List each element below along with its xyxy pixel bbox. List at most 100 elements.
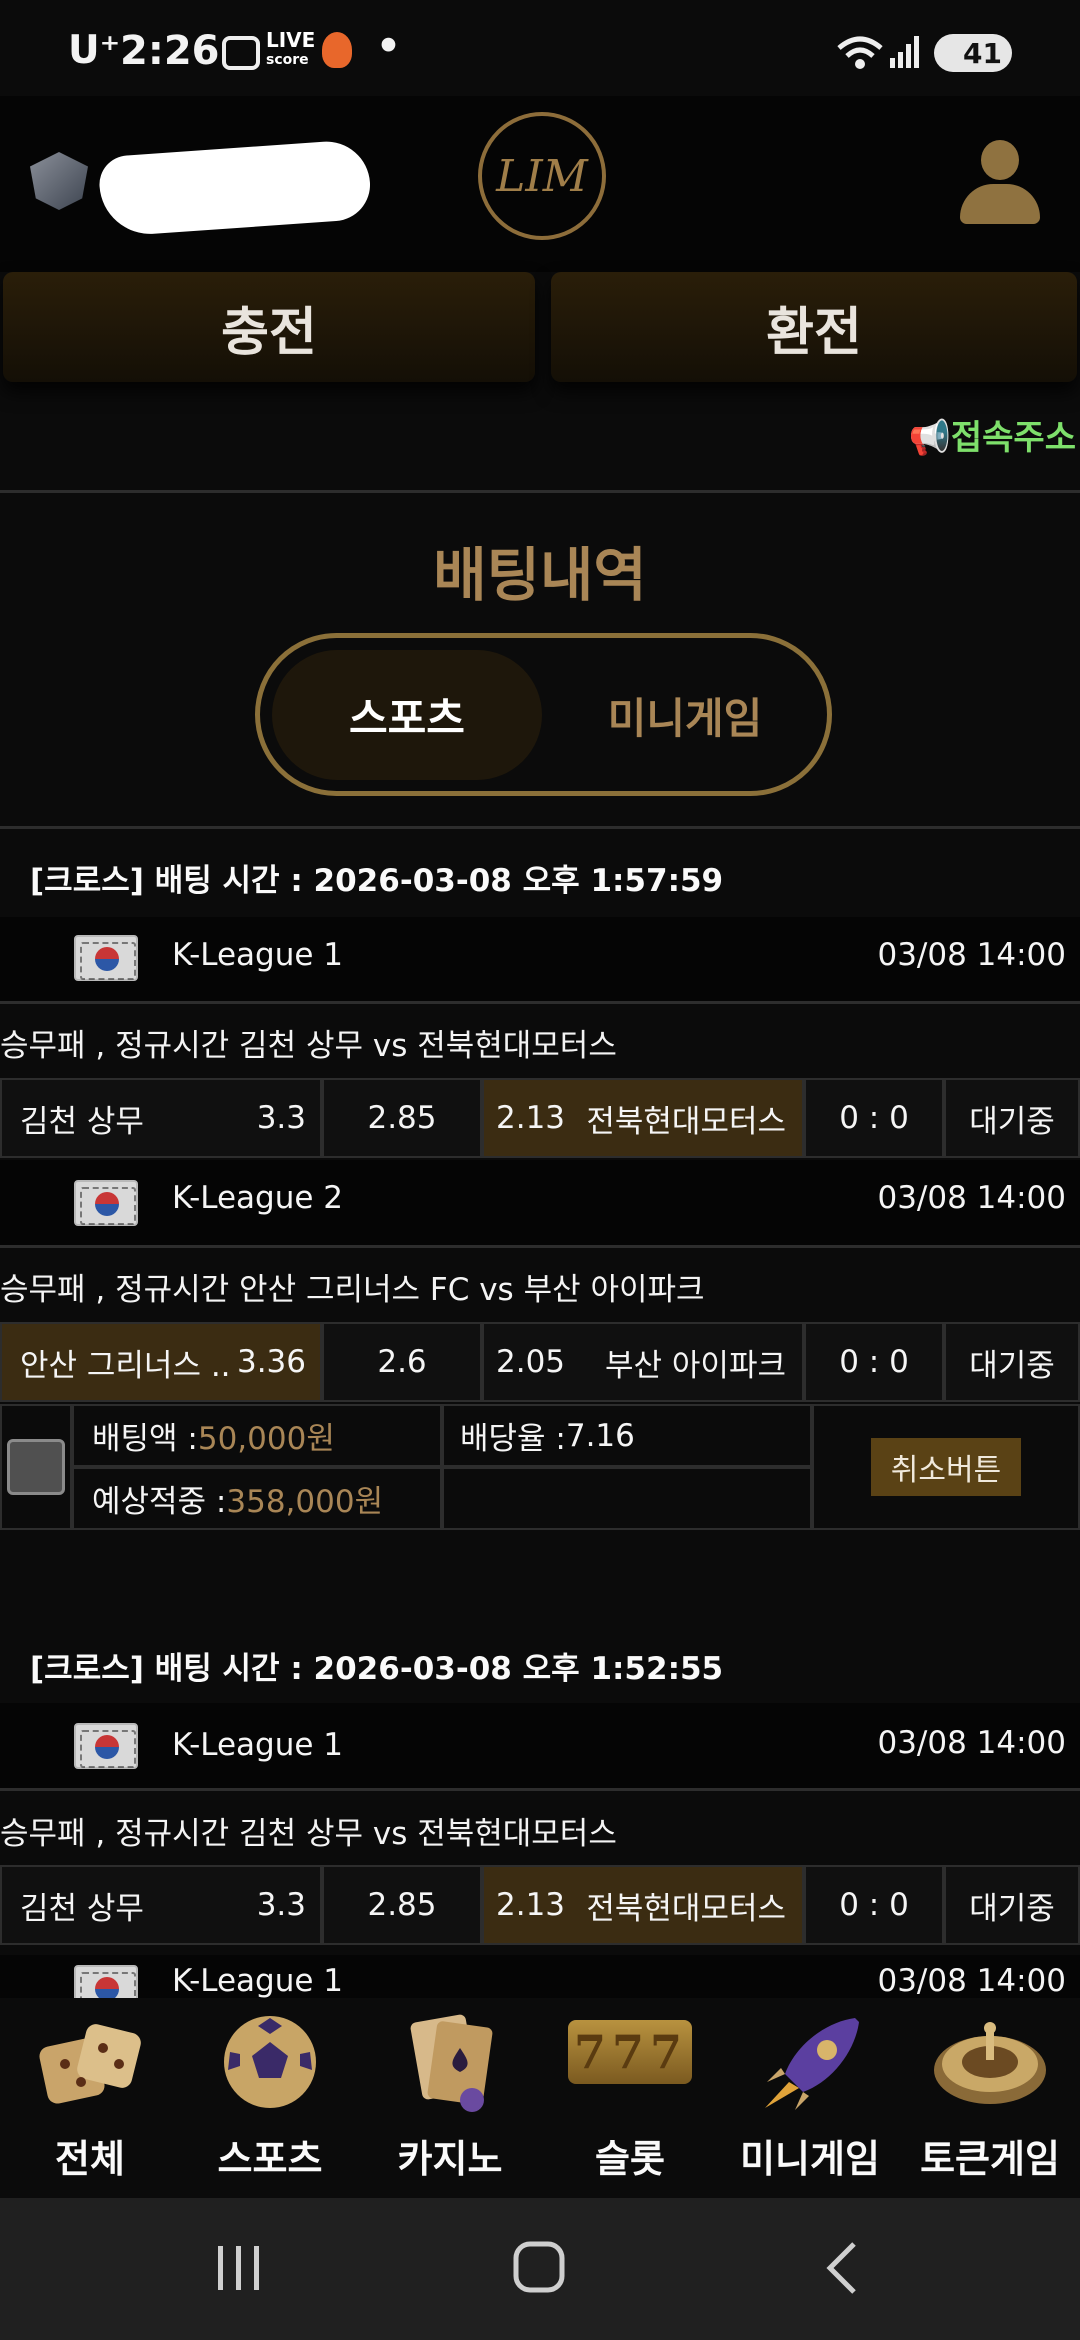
league-name: K-League 1 [172,937,344,973]
bet-summary: 배팅액 : 50,000원 배당율 : 7.16 예상적중 : 358,000원… [0,1404,1080,1530]
score-cell: 0 : 0 [804,1865,944,1945]
bottom-nav: 전체 스포츠 카지노 777 슬롯 미니게임 토큰게임 [0,1998,1080,2198]
match-date: 03/08 14:00 [877,937,1066,973]
roulette-icon [934,2022,1046,2104]
notification-dot: • [376,24,401,69]
recent-apps-icon[interactable] [212,2240,266,2294]
away-odds-cell[interactable]: 2.13 전북현대모터스 [482,1078,804,1158]
korea-flag-icon [74,935,138,981]
bet-type-tabs: 스포츠 미니게임 [255,633,832,796]
nav-label: 스포츠 [217,2137,323,2181]
wifi-icon [837,36,883,69]
nav-token-game[interactable]: 토큰게임 [900,1998,1080,2198]
cancel-button[interactable]: 취소버튼 [871,1438,1021,1496]
draw-odds-cell[interactable]: 2.6 [322,1322,482,1402]
match-date: 03/08 14:00 [877,1180,1066,1216]
odds-row: 김천 상무 3.3 2.85 2.13 전북현대모터스 0 : 0 대기중 [0,1078,1080,1160]
expected-win-cell: 예상적중 : 358,000원 [72,1467,442,1530]
away-odds-cell[interactable]: 2.13 전북현대모터스 [482,1865,804,1945]
nav-label: 카지노 [397,2137,503,2181]
site-logo[interactable]: LIM [478,112,606,240]
select-checkbox[interactable] [7,1439,65,1495]
away-odds-cell[interactable]: 2.05 부산 아이파크 [482,1322,804,1402]
bet-header: [크로스] 배팅 시간 : 2026-03-08 오후 1:57:59 [0,829,1080,917]
status-bar: U⁺ 2:26 LIVE score • 41 [0,0,1080,96]
away-odds: 2.05 [496,1344,566,1380]
odds-total-cell: 배당율 : 7.16 [442,1404,812,1467]
system-navigation-bar [0,2198,1080,2340]
empty-cell [442,1467,812,1530]
away-team: 전북현대모터스 [586,1103,786,1140]
draw-odds-cell[interactable]: 2.85 [322,1078,482,1158]
league-row: K-League 1 03/08 14:00 [0,1955,1080,1998]
status-cell: 대기중 [944,1078,1080,1158]
nav-minigame[interactable]: 미니게임 [720,1998,900,2198]
profile-icon[interactable] [960,140,1040,226]
access-address-link[interactable]: 📢접속주소 [909,410,1076,459]
odds-total-label: 배당율 : [460,1421,566,1457]
app-header: LIM [0,96,1080,272]
nav-label: 토큰게임 [920,2137,1060,2181]
home-icon[interactable] [512,2240,568,2296]
home-odds: 3.3 [256,1100,306,1136]
away-team: 전북현대모터스 [586,1890,786,1927]
page-title: 배팅내역 [433,541,647,609]
nav-casino[interactable]: 카지노 [360,1998,540,2198]
korea-flag-icon [74,1723,138,1769]
league-name: K-League 2 [172,1180,344,1216]
odds-row: 김천 상무 3.3 2.85 2.13 전북현대모터스 0 : 0 대기중 [0,1865,1080,1947]
divider [0,490,1080,493]
home-odds: 3.36 [236,1344,306,1380]
exchange-button[interactable]: 환전 [551,272,1077,382]
league-name: K-League 1 [172,1963,344,1998]
draw-odds-cell[interactable]: 2.85 [322,1865,482,1945]
home-team: 김천 상무 [20,1890,144,1927]
rocket-icon [765,2018,859,2110]
soccer-ball-icon [224,2016,316,2108]
away-team: 부산 아이파크 [605,1347,786,1384]
signal-icon [890,36,919,68]
nav-slot[interactable]: 777 슬롯 [540,1998,720,2198]
slot-777-icon: 777 [568,2020,692,2084]
rank-badge-icon [30,152,88,210]
nav-label: 미니게임 [740,2137,880,2181]
score-cell: 0 : 0 [804,1322,944,1402]
divider [0,1001,1080,1004]
nav-all[interactable]: 전체 [0,1998,180,2198]
flame-app-icon [322,32,352,68]
match-title: 승무패 , 정규시간 김천 상무 vs 전북현대모터스 [0,1028,617,1064]
bet-time-label: [크로스] 배팅 시간 : 2026-03-08 오후 1:57:59 [30,863,724,899]
expected-win-label: 예상적중 : [92,1484,227,1520]
away-odds: 2.13 [496,1887,566,1923]
league-row: K-League 1 03/08 14:00 [0,1703,1080,1788]
redacted-username [97,138,373,238]
status-cell: 대기중 [944,1865,1080,1945]
home-team: 김천 상무 [20,1103,144,1140]
divider [0,1245,1080,1248]
nav-sports[interactable]: 스포츠 [180,1998,360,2198]
charge-button[interactable]: 충전 [3,272,535,382]
carrier-label: U⁺ [68,28,121,73]
league-row: K-League 1 03/08 14:00 [0,917,1080,1002]
live-score-top: LIVE [266,28,316,52]
home-odds-cell[interactable]: 김천 상무 3.3 [0,1078,322,1158]
tab-minigame[interactable]: 미니게임 [550,650,820,780]
tab-sports[interactable]: 스포츠 [272,650,542,780]
dice-icon [39,2024,141,2104]
away-odds: 2.13 [496,1100,566,1136]
slot-digits: 777 [574,2025,689,2079]
score-cell: 0 : 0 [804,1078,944,1158]
battery-indicator: 41 [934,34,1012,72]
live-score-bottom: score [266,52,309,68]
battery-level: 41 [963,36,1002,70]
back-icon[interactable] [822,2240,862,2296]
korea-flag-icon [74,1965,138,1998]
home-odds: 3.3 [256,1887,306,1923]
home-odds-cell[interactable]: 안산 그리너스 .. 3.36 [0,1322,322,1402]
bet-header: [크로스] 배팅 시간 : 2026-03-08 오후 1:52:55 [0,1615,1080,1703]
match-title: 승무패 , 정규시간 김천 상무 vs 전북현대모터스 [0,1816,617,1852]
expected-win-value: 358,000원 [226,1484,384,1520]
nav-label: 전체 [55,2137,125,2181]
home-odds-cell[interactable]: 김천 상무 3.3 [0,1865,322,1945]
live-score-icon: LIVE score [266,30,315,70]
